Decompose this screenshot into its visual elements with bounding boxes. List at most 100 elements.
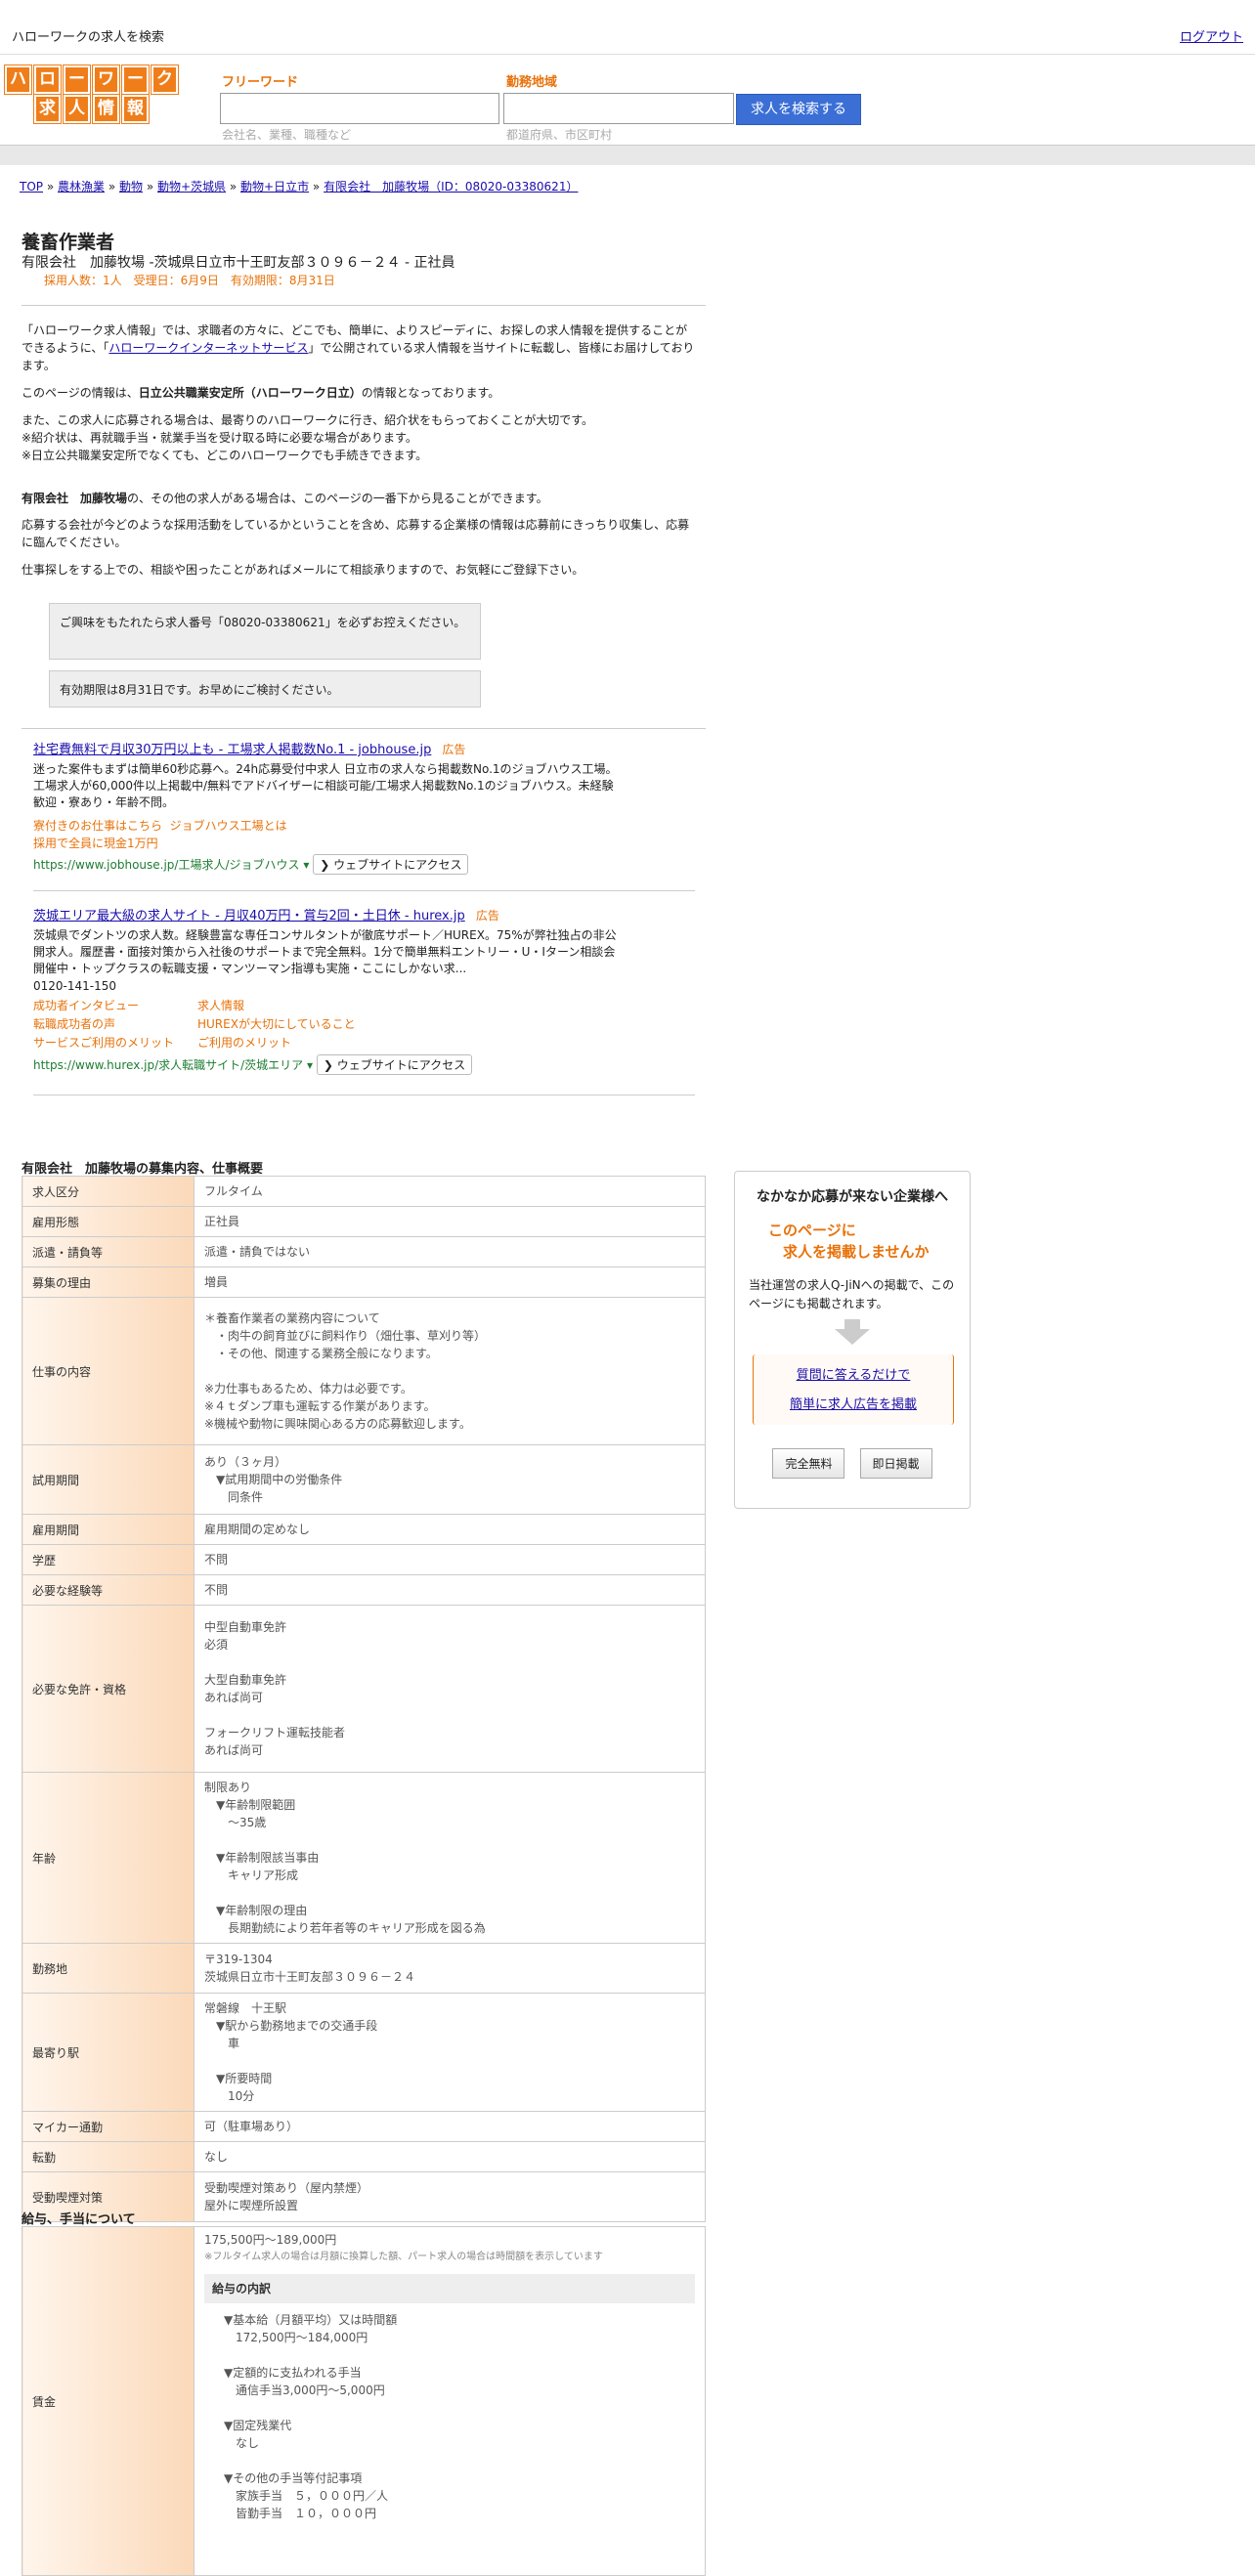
- area-input[interactable]: [503, 93, 734, 124]
- ad-sitelink[interactable]: ジョブハウス工場とは: [170, 819, 287, 833]
- table-row: 雇用形態 正社員: [22, 1206, 706, 1237]
- freeword-label: フリーワード: [222, 75, 299, 90]
- ad-visit-button[interactable]: ❯ ウェブサイトにアクセス: [313, 854, 469, 875]
- logo-char: 求: [34, 95, 61, 123]
- breadcrumb-link[interactable]: 有限会社 加藤牧場（ID：08020-03380621）: [324, 180, 578, 193]
- logo-char: ー: [64, 65, 90, 94]
- breadcrumb: TOP » 農林漁業 » 動物 » 動物+茨城県 » 動物+日立市 » 有限会社…: [20, 180, 579, 193]
- site-title: ハローワークの求人を検索: [12, 30, 165, 45]
- hellowork-logo[interactable]: ハローワーク 求人情報: [5, 65, 178, 123]
- salary-range: 175,500円〜189,000円: [204, 2233, 337, 2247]
- ad-sitelink[interactable]: 求人情報: [197, 997, 412, 1015]
- ad-description: 茨城県でダントツの求人数。経験豊富な専任コンサルタントが徹底サポート／HUREX…: [33, 928, 617, 975]
- row-value: 可（駐車場あり）: [194, 2111, 706, 2142]
- table-row: 必要な経験等 不問: [22, 1574, 706, 1606]
- free-button[interactable]: 完全無料: [772, 1448, 845, 1479]
- ad-description: 迷った案件もまずは簡単60秒応募へ。24h応募受付中求人 日立市の求人なら掲載数…: [33, 762, 618, 809]
- sidebox-links: 質問に答えるだけで 簡単に求人広告を掲載: [753, 1354, 954, 1425]
- ad-phone[interactable]: 0120-141-150: [33, 979, 620, 993]
- ad-title-link[interactable]: 社宅費無料で月収30万円以上も - 工場求人掲載数No.1 - jobhouse…: [33, 743, 431, 757]
- ad-sitelink[interactable]: 寮付きのお仕事はこちら: [33, 819, 162, 833]
- ad-title-link[interactable]: 茨城エリア最大級の求人サイト - 月収40万円・賞与2回・土日休 - hurex…: [33, 909, 465, 923]
- row-label: 学歴: [22, 1544, 195, 1575]
- row-label: 募集の理由: [22, 1267, 195, 1298]
- row-label: 年齢: [22, 1772, 195, 1944]
- divider: [22, 305, 706, 306]
- ad-sitelink[interactable]: ご利用のメリット: [197, 1034, 412, 1052]
- sidebox-title: なかなか応募が来ない企業様へ: [757, 1189, 948, 1205]
- intro-notes: また、この求人に応募される場合は、最寄りのハローワークに行き、紹介状をもらってお…: [22, 413, 594, 462]
- row-label: 賃金: [22, 2226, 195, 2576]
- logo-char: 人: [64, 95, 90, 123]
- ad-sitelink[interactable]: 採用で全員に現金1万円: [33, 837, 158, 850]
- ad-badge: 広告: [475, 909, 499, 923]
- ad-url: https://www.hurex.jp/求人転職サイト/茨城エリア: [33, 1058, 304, 1072]
- row-value: あり（３ヶ月） ▼試用期間中の労働条件 同条件: [194, 1444, 706, 1515]
- row-value: 〒319-1304 茨城県日立市十王町友部３０９６－２４: [194, 1943, 706, 1994]
- intro-paragraph-1: 「ハローワーク求人情報」では、求職者の方々に、どこでも、簡単に、よりスピーディに…: [22, 323, 695, 372]
- ad-visit-button[interactable]: ❯ ウェブサイトにアクセス: [316, 1054, 473, 1075]
- breadcrumb-link[interactable]: 農林漁業: [58, 180, 105, 193]
- table-row: 派遣・請負等 派遣・請負ではない: [22, 1236, 706, 1267]
- down-arrow-icon: [735, 1319, 970, 1349]
- intro-paragraph-7: 応募する会社が今どのような採用活動をしているかということを含め、応募する企業様の…: [22, 518, 690, 549]
- ad-sitelink[interactable]: 転職成功者の声: [33, 1015, 197, 1034]
- same-day-button[interactable]: 即日掲載: [859, 1448, 932, 1479]
- logout-link[interactable]: ログアウト: [1180, 26, 1243, 45]
- salary-table: 賃金 175,500円〜189,000円 ※フルタイム求人の場合は月額に換算した…: [22, 2226, 706, 2576]
- salary-breakdown: ▼基本給（月額平均）又は時間額 172,500円〜184,000円 ▼定額的に支…: [224, 2313, 398, 2520]
- logo-char: ロ: [34, 65, 61, 94]
- intro-paragraph-6: 有限会社 加藤牧場の、その他の求人がある場合は、このページの一番下から見ることが…: [22, 492, 548, 505]
- ad-url-chevron-icon: ▾: [303, 858, 310, 872]
- row-label: 仕事の内容: [22, 1297, 195, 1445]
- table-row: 勤務地 〒319-1304 茨城県日立市十王町友部３０９６－２４: [22, 1943, 706, 1994]
- salary-breakdown-header: 給与の内訳: [204, 2274, 695, 2303]
- ad-block: 社宅費無料で月収30万円以上も - 工場求人掲載数No.1 - jobhouse…: [33, 739, 620, 875]
- table-row: 試用期間 あり（３ヶ月） ▼試用期間中の労働条件 同条件: [22, 1444, 706, 1515]
- sidebox-link-question[interactable]: 質問に答えるだけで: [797, 1368, 911, 1383]
- sidebox-description: 当社運営の求人Q-JiNへの掲載で、このページにも掲載されます。: [749, 1278, 955, 1310]
- row-label: 雇用形態: [22, 1206, 195, 1237]
- logo-char: ワ: [93, 65, 119, 94]
- row-value: 派遣・請負ではない: [194, 1236, 706, 1267]
- sidebox-headline-2: 求人を掲載しませんか: [783, 1243, 930, 1261]
- table-row: 年齢 制限あり ▼年齢制限範囲 〜35歳 ▼年齢制限該当事由 キャリア形成 ▼年齢…: [22, 1772, 706, 1944]
- table-row: 最寄り駅 常磐線 十王駅 ▼駅から勤務地までの交通手段 車 ▼所要時間 10分: [22, 1993, 706, 2112]
- breadcrumb-link[interactable]: 動物+茨城県: [157, 180, 226, 193]
- job-details-table: 求人区分 フルタイム 雇用形態 正社員 派遣・請負等 派遣・請負ではない 募集の理由 増員 仕事…: [22, 1176, 706, 2222]
- salary-section-title: 給与、手当について: [22, 2212, 136, 2227]
- ad-badge: 広告: [442, 743, 466, 756]
- logo-char: ー: [122, 65, 149, 94]
- freeword-input[interactable]: [220, 93, 499, 124]
- row-label: 求人区分: [22, 1176, 195, 1207]
- logo-char: ク: [151, 65, 178, 94]
- row-value: ＊養畜作業者の業務内容について ・肉牛の飼育並びに飼料作り（畑仕事、草刈り等） …: [194, 1297, 706, 1445]
- hellowork-internet-link[interactable]: ハローワークインターネットサービス: [108, 341, 308, 355]
- breadcrumb-link[interactable]: 動物+日立市: [240, 180, 309, 193]
- breadcrumb-link[interactable]: TOP: [20, 180, 43, 193]
- ad-sitelink[interactable]: 成功者インタビュー: [33, 997, 197, 1015]
- row-label: 必要な経験等: [22, 1574, 195, 1606]
- job-subtitle: 有限会社 加藤牧場 -茨城県日立市十王町友部３０９６－２４ - 正社員: [22, 255, 455, 271]
- search-button[interactable]: 求人を検索する: [736, 94, 861, 125]
- intro-paragraph-8: 仕事探しをする上での、相談や困ったことがあればメールにて相談承りますので、お気軽…: [22, 563, 584, 577]
- logo-char: ハ: [5, 65, 31, 94]
- row-label: 転勤: [22, 2141, 195, 2172]
- breadcrumb-link[interactable]: 動物: [119, 180, 143, 193]
- sidebox-link-post[interactable]: 簡単に求人広告を掲載: [790, 1397, 917, 1412]
- table-row: 学歴 不問: [22, 1544, 706, 1575]
- row-value: 雇用期間の定めなし: [194, 1514, 706, 1545]
- table-row: マイカー通勤 可（駐車場あり）: [22, 2111, 706, 2142]
- row-value: 常磐線 十王駅 ▼駅から勤務地までの交通手段 車 ▼所要時間 10分: [194, 1993, 706, 2112]
- ad-sitelink[interactable]: サービスご利用のメリット: [33, 1034, 197, 1052]
- row-label: 最寄り駅: [22, 1993, 195, 2112]
- top-bar: ハローワークの求人を検索 ログアウト: [0, 0, 1255, 55]
- row-value: 不問: [194, 1574, 706, 1606]
- ad-sitelink[interactable]: HUREXが大切にしていること: [197, 1015, 412, 1034]
- salary-note: ※フルタイム求人の場合は月額に換算した額、パート求人の場合は時間額を表示していま…: [204, 2252, 603, 2262]
- ad-block: 茨城エリア最大級の求人サイト - 月収40万円・賞与2回・土日休 - hurex…: [33, 905, 620, 1075]
- freeword-hint: 会社名、業種、職種など: [222, 128, 352, 142]
- logo-char: 報: [122, 95, 149, 123]
- row-value: 中型自動車免許 必須 大型自動車免許 あれば尚可 フォークリフト運転技能者 あれ…: [194, 1605, 706, 1773]
- row-value: なし: [194, 2141, 706, 2172]
